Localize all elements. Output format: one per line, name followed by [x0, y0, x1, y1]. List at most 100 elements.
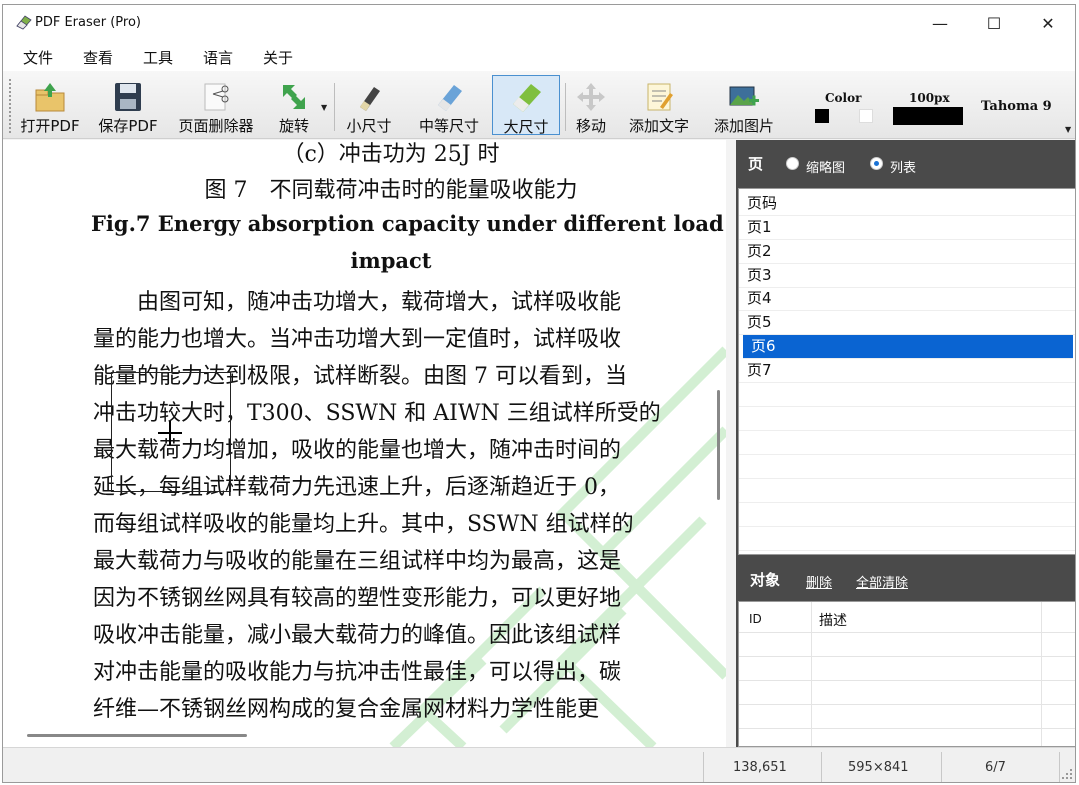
- status-separator: [1059, 752, 1060, 782]
- add-text-icon: [647, 83, 673, 111]
- doc-paragraph-line: 对冲击能量的吸收能力与抗冲击性最佳，可以得出，碳: [93, 660, 622, 685]
- close-button[interactable]: ✕: [1021, 5, 1075, 41]
- document-view[interactable]: （c）冲击功为 25J 时 图 7 不同载荷冲击时的能量吸收能力 Fig.7 E…: [3, 140, 726, 747]
- medium-eraser-icon: [438, 85, 462, 111]
- vertical-scrollbar-thumb[interactable]: [717, 390, 720, 500]
- font-label[interactable]: Tahoma 9: [981, 99, 1052, 114]
- status-separator: [703, 752, 704, 782]
- rotate-label: 旋转: [278, 117, 309, 135]
- page-list-item[interactable]: 页1: [739, 216, 1075, 240]
- page-list-item[interactable]: 页5: [739, 311, 1075, 335]
- delete-object-link[interactable]: 删除: [806, 572, 832, 591]
- toolbar: 打开PDF 保存PDF 页面删除器 旋转 ▼ 小尺寸 中等尺寸 大尺寸 移动 添…: [3, 71, 1075, 139]
- rotate-button[interactable]: 旋转: [269, 75, 319, 135]
- page-list-empty-row: [739, 503, 1075, 527]
- row-divider: [739, 680, 1075, 681]
- menu-about[interactable]: 关于: [263, 47, 293, 68]
- color-swatch-background[interactable]: [859, 109, 873, 123]
- menu-language[interactable]: 语言: [203, 47, 233, 68]
- page-list-item-selected[interactable]: 页6: [743, 335, 1073, 359]
- minimize-button[interactable]: —: [913, 5, 967, 41]
- color-swatch-foreground[interactable]: [815, 109, 829, 123]
- page-list[interactable]: 页码 页1 页2 页3 页4 页5 页6 页7: [738, 188, 1075, 555]
- status-separator: [941, 752, 942, 782]
- add-image-icon: [729, 86, 759, 106]
- menu-bar: 文件 查看 工具 语言 关于: [3, 41, 1075, 71]
- toolbar-separator: [334, 83, 335, 131]
- toolbar-separator: [565, 83, 566, 131]
- page-list-empty-row: [739, 479, 1075, 503]
- page-list-empty-row: [739, 455, 1075, 479]
- doc-figure-title-cn: 图 7 不同载荷冲击时的能量吸收能力: [204, 178, 578, 203]
- column-divider: [811, 602, 812, 746]
- page-list-empty-row: [739, 407, 1075, 431]
- doc-figure-title-en-cont: impact: [350, 248, 432, 273]
- doc-paragraph-line: 而每组试样吸收的能量均上升。其中，SSWN 组试样的: [93, 512, 634, 537]
- status-page-number: 6/7: [985, 760, 1006, 775]
- menu-tools[interactable]: 工具: [143, 47, 173, 68]
- objects-table[interactable]: ID 描述: [738, 601, 1075, 747]
- list-radio-label[interactable]: 列表: [890, 157, 916, 176]
- horizontal-scrollbar-thumb[interactable]: [27, 734, 247, 737]
- move-button[interactable]: 移动: [569, 75, 613, 135]
- status-page-size: 595×841: [848, 760, 909, 775]
- open-folder-icon: [35, 83, 65, 112]
- objects-col-description[interactable]: 描述: [819, 610, 847, 630]
- small-size-button[interactable]: 小尺寸: [341, 75, 397, 135]
- objects-col-id[interactable]: ID: [749, 612, 762, 626]
- clear-all-objects-link[interactable]: 全部清除: [856, 572, 908, 591]
- save-pdf-label: 保存PDF: [98, 117, 158, 135]
- add-image-button[interactable]: 添加图片: [706, 75, 782, 135]
- page-remover-button[interactable]: 页面删除器: [169, 75, 263, 135]
- column-divider: [1041, 602, 1042, 746]
- pages-panel-title: 页: [748, 155, 764, 173]
- rotate-arrows-icon: [283, 85, 305, 109]
- objects-panel-title: 对象: [750, 571, 781, 589]
- brush-size-preview[interactable]: [893, 107, 963, 125]
- page-list-item[interactable]: 页7: [739, 359, 1075, 383]
- status-separator: [821, 752, 822, 782]
- resize-grip-icon[interactable]: [1061, 768, 1073, 780]
- small-size-label: 小尺寸: [346, 117, 392, 135]
- thumbnail-radio-label[interactable]: 缩略图: [806, 157, 845, 176]
- doc-paragraph-line: 最大载荷力与吸收的能量在三组试样中均为最高，这是: [93, 549, 622, 574]
- crosshair-cursor-icon: [169, 421, 171, 445]
- page-list-empty-row: [739, 431, 1075, 455]
- thumbnail-radio[interactable]: [786, 157, 799, 170]
- doc-paragraph-line: 因为不锈钢丝网具有较高的塑性变形能力，可以更好地: [93, 586, 622, 611]
- add-text-button[interactable]: 添加文字: [621, 75, 697, 135]
- add-text-label: 添加文字: [628, 117, 689, 135]
- status-coordinates: 138,651: [733, 760, 787, 775]
- medium-size-button[interactable]: 中等尺寸: [411, 75, 487, 135]
- page-remover-label: 页面删除器: [178, 117, 254, 135]
- row-divider: [739, 632, 1075, 633]
- app-window: PDF Eraser (Pro) — ☐ ✕ 文件 查看 工具 语言 关于 打开…: [2, 4, 1076, 783]
- page-list-item[interactable]: 页2: [739, 240, 1075, 264]
- page-list-item[interactable]: 页3: [739, 264, 1075, 288]
- doc-paragraph-line: 量的能力也增大。当冲击功增大到一定值时，试样吸收: [93, 327, 622, 352]
- move-arrows-icon: [577, 83, 605, 111]
- menu-file[interactable]: 文件: [23, 47, 53, 68]
- title-bar: PDF Eraser (Pro) — ☐ ✕: [3, 5, 1075, 41]
- toolbar-grip[interactable]: [9, 79, 12, 133]
- floppy-disk-icon: [115, 83, 141, 111]
- open-pdf-button[interactable]: 打开PDF: [15, 75, 85, 135]
- save-pdf-button[interactable]: 保存PDF: [95, 75, 161, 135]
- large-size-button[interactable]: 大尺寸: [492, 75, 560, 136]
- page-list-item[interactable]: 页4: [739, 287, 1075, 311]
- doc-figure-title-en: Fig.7 Energy absorption capacity under d…: [91, 211, 724, 236]
- doc-paragraph-line: 由图可知，随冲击功增大，载荷增大，试样吸收能: [93, 290, 622, 315]
- page-list-empty-row: [739, 383, 1075, 407]
- rotate-dropdown-arrow-icon[interactable]: ▼: [321, 103, 327, 112]
- close-icon: ✕: [1041, 13, 1055, 33]
- minimize-icon: —: [932, 13, 948, 33]
- row-divider: [739, 704, 1075, 705]
- menu-view[interactable]: 查看: [83, 47, 113, 68]
- doc-caption-c: （c）冲击功为 25J 时: [282, 142, 500, 167]
- page-list-header: 页码: [739, 192, 1075, 216]
- row-divider: [739, 656, 1075, 657]
- maximize-button[interactable]: ☐: [967, 5, 1021, 41]
- list-radio[interactable]: [870, 157, 883, 170]
- move-label: 移动: [575, 117, 606, 135]
- toolbar-overflow-icon[interactable]: ▼: [1065, 125, 1071, 134]
